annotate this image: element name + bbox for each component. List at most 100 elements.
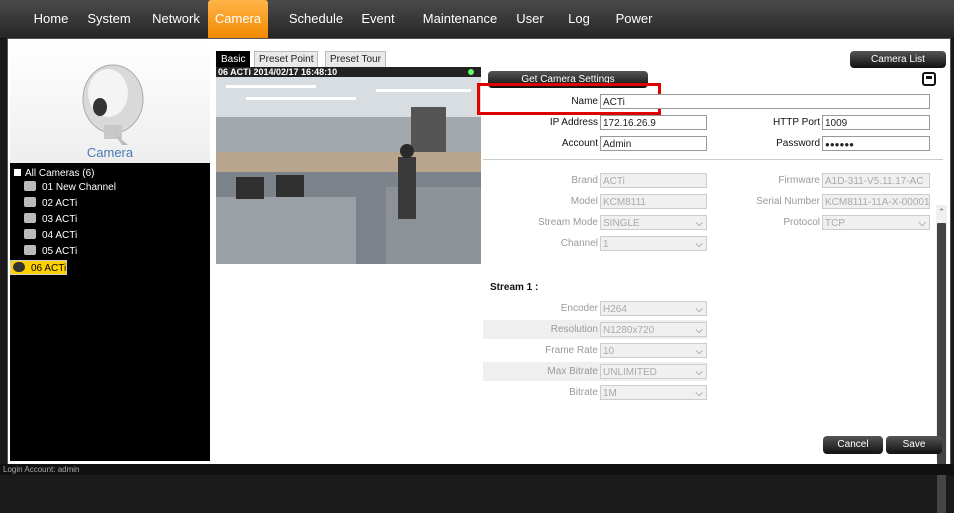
menu-power[interactable]: Power <box>611 0 657 38</box>
tab-preset-tour[interactable]: Preset Tour <box>325 51 386 68</box>
tree-item-05[interactable]: 05 ACTi <box>10 244 210 260</box>
tree-header[interactable]: All Cameras (6) <box>10 167 210 180</box>
chevron-down-icon: ⌵ <box>695 304 703 315</box>
frame-rate-select[interactable]: 10 ⌵ <box>600 343 707 358</box>
serial-number-label: Serial Number <box>756 196 820 207</box>
http-port-label: HTTP Port <box>772 117 820 128</box>
menu-camera[interactable]: Camera <box>208 0 268 38</box>
minimize-icon[interactable] <box>922 72 936 86</box>
camera-illustration: Camera <box>10 41 210 163</box>
tree-item-label: 04 ACTi <box>42 230 78 241</box>
camera-tree: All Cameras (6) 01 New Channel 02 ACTi 0… <box>10 167 210 275</box>
encoder-value: H264 <box>603 304 627 315</box>
resolution-value: N1280x720 <box>603 325 655 336</box>
model-label: Model <box>570 196 598 207</box>
tree-item-label: 05 ACTi <box>42 246 78 257</box>
password-input[interactable]: ●●●●●● <box>822 136 930 151</box>
brand-label: Brand <box>571 175 598 186</box>
ptz-camera-icon <box>24 213 36 223</box>
vertical-scrollbar[interactable]: ⌃ <box>936 205 947 513</box>
encoder-label: Encoder <box>560 303 598 314</box>
tree-item-02[interactable]: 02 ACTi <box>10 196 210 212</box>
name-input[interactable]: ACTi <box>600 94 930 109</box>
tree-item-label: 01 New Channel <box>42 182 116 193</box>
bitrate-label: Bitrate <box>569 387 598 398</box>
ip-address-input[interactable]: 172.16.26.9 <box>600 115 707 130</box>
account-input[interactable]: Admin <box>600 136 707 151</box>
encoder-select[interactable]: H264 ⌵ <box>600 301 707 316</box>
tree-item-label: 03 ACTi <box>42 214 78 225</box>
tree-item-06[interactable]: 06 ACTi <box>10 260 68 275</box>
bullet-camera-icon <box>24 229 36 239</box>
chevron-down-icon: ⌵ <box>695 239 703 250</box>
model-field: KCM8111 <box>600 194 707 209</box>
camera-list-button[interactable]: Camera List <box>850 51 946 68</box>
channel-value: 1 <box>603 239 609 250</box>
max-bitrate-value: UNLIMITED <box>603 367 657 378</box>
max-bitrate-select[interactable]: UNLIMITED ⌵ <box>600 364 707 379</box>
ptz-camera-icon <box>24 181 36 191</box>
cancel-button[interactable]: Cancel <box>823 436 883 454</box>
firmware-field: A1D-311-V5.11.17-AC <box>822 173 930 188</box>
password-label: Password <box>776 138 820 149</box>
chevron-down-icon: ⌵ <box>695 346 703 357</box>
menu-system[interactable]: System <box>84 0 134 38</box>
ip-address-label: IP Address <box>549 117 598 128</box>
video-header: 06 ACTi 2014/02/17 16:48:10 <box>216 67 481 77</box>
chevron-down-icon: ⌵ <box>695 367 703 378</box>
bitrate-value: 1M <box>603 388 617 399</box>
ptz-camera-icon <box>24 245 36 255</box>
menu-event[interactable]: Event <box>356 0 400 38</box>
chevron-down-icon: ⌵ <box>695 218 703 229</box>
office-scene-image <box>216 77 481 264</box>
menu-schedule[interactable]: Schedule <box>286 0 346 38</box>
brand-field: ACTi <box>600 173 707 188</box>
stream-title: Stream 1 : <box>490 282 539 293</box>
main-frame: Camera All Cameras (6) 01 New Channel 02… <box>7 38 951 513</box>
stream-mode-label: Stream Mode <box>537 217 598 228</box>
camera-icon <box>82 64 144 145</box>
max-bitrate-label: Max Bitrate <box>547 366 598 377</box>
tree-item-04[interactable]: 04 ACTi <box>10 228 210 244</box>
frame-rate-value: 10 <box>603 346 615 357</box>
camera-title: Camera <box>86 145 134 160</box>
divider <box>483 159 943 160</box>
menu-maintenance[interactable]: Maintenance <box>418 0 502 38</box>
tree-header-label: All Cameras (6) <box>25 168 95 179</box>
tree-item-label: 06 ACTi <box>31 263 67 274</box>
resolution-select[interactable]: N1280x720 ⌵ <box>600 322 707 337</box>
tree-item-01[interactable]: 01 New Channel <box>10 180 210 196</box>
protocol-label: Protocol <box>783 217 820 228</box>
stream-mode-select[interactable]: SINGLE ⌵ <box>600 215 707 230</box>
channel-select[interactable]: 1 ⌵ <box>600 236 707 251</box>
live-indicator-icon <box>468 69 474 75</box>
chevron-down-icon: ⌵ <box>695 388 703 399</box>
firmware-label: Firmware <box>778 175 820 186</box>
bitrate-select[interactable]: 1M ⌵ <box>600 385 707 400</box>
live-video-feed[interactable] <box>216 77 481 264</box>
scroll-up-icon[interactable]: ⌃ <box>936 205 947 219</box>
chevron-down-icon: ⌵ <box>695 325 703 336</box>
tree-item-label: 02 ACTi <box>42 198 78 209</box>
dome-camera-icon <box>13 262 25 272</box>
http-port-input[interactable]: 1009 <box>822 115 930 130</box>
stream-mode-value: SINGLE <box>603 218 640 229</box>
resolution-label: Resolution <box>550 324 598 335</box>
name-label: Name <box>571 96 598 107</box>
menu-user[interactable]: User <box>512 0 548 38</box>
status-bar: Login Account: admin <box>0 464 954 475</box>
serial-number-field: KCM8111-11A-X-00001 <box>822 194 930 209</box>
menu-home[interactable]: Home <box>32 0 70 38</box>
menu-log[interactable]: Log <box>562 0 596 38</box>
protocol-value: TCP <box>825 218 845 229</box>
frame-rate-label: Frame Rate <box>545 345 598 356</box>
tab-preset-point[interactable]: Preset Point <box>254 51 319 68</box>
menu-network[interactable]: Network <box>147 0 205 38</box>
collapse-icon[interactable] <box>14 169 21 176</box>
account-label: Account <box>561 138 598 149</box>
protocol-select[interactable]: TCP ⌵ <box>822 215 930 230</box>
tree-item-03[interactable]: 03 ACTi <box>10 212 210 228</box>
top-menu-bar: Home System Network Camera Schedule Even… <box>0 0 954 39</box>
tab-basic[interactable]: Basic <box>216 51 251 68</box>
save-button[interactable]: Save <box>886 436 942 454</box>
